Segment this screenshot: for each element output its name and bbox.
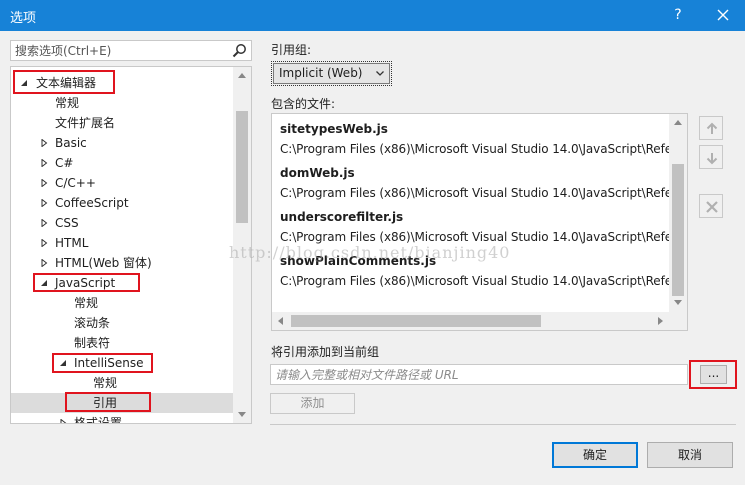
scrollbar-thumb[interactable]	[291, 315, 541, 327]
scrollbar-corner	[669, 312, 687, 330]
file-path: C:\Program Files (x86)\Microsoft Visual …	[280, 142, 669, 156]
close-icon	[717, 9, 729, 21]
scrollbar-thumb[interactable]	[672, 164, 684, 296]
close-button[interactable]	[705, 0, 741, 31]
tree-item-label: 常规	[93, 376, 118, 390]
add-button[interactable]: 添加	[270, 393, 355, 414]
tree-item-js-general[interactable]: 常规	[11, 293, 233, 313]
tree-item-file-extensions[interactable]: 文件扩展名	[11, 113, 233, 133]
highlight-box	[65, 392, 151, 412]
file-path: C:\Program Files (x86)\Microsoft Visual …	[280, 186, 669, 200]
collapsed-arrow-icon[interactable]	[40, 199, 48, 207]
tree-item-label: 常规	[55, 96, 80, 110]
files-vertical-scrollbar[interactable]	[669, 114, 687, 312]
tree-item-label: CoffeeScript	[55, 196, 129, 210]
tree-item-label: Basic	[55, 136, 87, 150]
scroll-left-icon[interactable]	[278, 317, 283, 325]
tree-item-general[interactable]: 常规	[11, 93, 233, 113]
tree-item-coffeescript[interactable]: CoffeeScript	[11, 193, 233, 213]
chevron-down-icon	[376, 71, 384, 76]
list-item[interactable]: underscorefilter.js C:\Program Files (x8…	[280, 207, 669, 247]
title-bar: 选项 ?	[0, 0, 745, 31]
scroll-down-icon[interactable]	[238, 412, 246, 417]
reference-group-label: 引用组:	[271, 43, 312, 57]
list-item[interactable]: sitetypesWeb.js C:\Program Files (x86)\M…	[280, 119, 669, 159]
tree-item-csharp[interactable]: C#	[11, 153, 233, 173]
tree-item-js-tabs[interactable]: 制表符	[11, 333, 233, 353]
move-down-button[interactable]	[699, 145, 723, 169]
reference-group-select[interactable]: Implicit (Web)	[273, 63, 390, 84]
tree-item-label: HTML(Web 窗体)	[55, 256, 152, 270]
tree-item-js-scrollbars[interactable]: 滚动条	[11, 313, 233, 333]
included-files-list[interactable]: sitetypesWeb.js C:\Program Files (x86)\M…	[271, 113, 688, 331]
file-name: domWeb.js	[280, 166, 355, 180]
help-button[interactable]: ?	[660, 0, 696, 31]
collapsed-arrow-icon[interactable]	[40, 179, 48, 187]
file-path: C:\Program Files (x86)\Microsoft Visual …	[280, 274, 669, 288]
delete-icon	[706, 201, 718, 213]
search-box	[10, 40, 252, 61]
scroll-up-icon[interactable]	[674, 120, 682, 125]
tree-item-label: CSS	[55, 216, 79, 230]
tree-item-label: C#	[55, 156, 74, 170]
highlight-box	[13, 70, 115, 94]
file-name: sitetypesWeb.js	[280, 122, 388, 136]
included-files-label: 包含的文件:	[271, 97, 336, 111]
collapsed-arrow-icon[interactable]	[40, 139, 48, 147]
options-tree[interactable]: 文本编辑器 常规 文件扩展名 Basic C# C/C++ CoffeeScri…	[10, 66, 252, 424]
list-item[interactable]: domWeb.js C:\Program Files (x86)\Microso…	[280, 163, 669, 203]
collapsed-arrow-icon[interactable]	[59, 419, 67, 423]
highlight-box	[33, 273, 140, 292]
tree-item-html[interactable]: HTML	[11, 233, 233, 253]
tree-item-label: 格式设置	[74, 416, 123, 423]
arrow-down-icon	[706, 153, 718, 165]
remove-button[interactable]	[699, 194, 723, 218]
arrow-up-icon	[706, 122, 718, 134]
window-title: 选项	[10, 11, 37, 26]
tree-item-label: 文件扩展名	[55, 116, 116, 130]
reference-group-value: Implicit (Web)	[279, 66, 363, 80]
cancel-button[interactable]: 取消	[647, 442, 733, 468]
add-reference-label: 将引用添加到当前组	[271, 345, 380, 359]
tree-viewport: 文本编辑器 常规 文件扩展名 Basic C# C/C++ CoffeeScri…	[11, 67, 233, 423]
tree-item-label: 常规	[74, 296, 99, 310]
divider	[270, 424, 736, 425]
scroll-right-icon[interactable]	[658, 317, 663, 325]
tree-item-label: 滚动条	[74, 316, 111, 330]
file-name: underscorefilter.js	[280, 210, 404, 224]
tree-item-label: 制表符	[74, 336, 111, 350]
tree-item-html-webforms[interactable]: HTML(Web 窗体)	[11, 253, 233, 273]
tree-item-label: C/C++	[55, 176, 96, 190]
highlight-box	[52, 353, 153, 373]
tree-item-css[interactable]: CSS	[11, 213, 233, 233]
search-input[interactable]	[11, 41, 229, 60]
scroll-down-icon[interactable]	[674, 300, 682, 305]
tree-item-cpp[interactable]: C/C++	[11, 173, 233, 193]
files-horizontal-scrollbar[interactable]	[272, 312, 687, 330]
files-viewport: sitetypesWeb.js C:\Program Files (x86)\M…	[272, 114, 669, 312]
scroll-up-icon[interactable]	[238, 73, 246, 78]
browse-button[interactable]: ...	[700, 365, 727, 384]
ok-button[interactable]: 确定	[552, 442, 638, 468]
tree-item-formatting[interactable]: 格式设置	[11, 413, 233, 423]
tree-item-label: HTML	[55, 236, 89, 250]
watermark: http://blog.csdn.net/bianjing40	[229, 243, 511, 262]
scrollbar-thumb[interactable]	[236, 111, 248, 223]
tree-item-basic[interactable]: Basic	[11, 133, 233, 153]
reference-path-input[interactable]	[270, 364, 688, 385]
collapsed-arrow-icon[interactable]	[40, 159, 48, 167]
tree-item-intellisense-general[interactable]: 常规	[11, 373, 233, 393]
collapsed-arrow-icon[interactable]	[40, 259, 48, 267]
search-icon[interactable]	[232, 43, 247, 58]
move-up-button[interactable]	[699, 116, 723, 140]
collapsed-arrow-icon[interactable]	[40, 239, 48, 247]
collapsed-arrow-icon[interactable]	[40, 219, 48, 227]
